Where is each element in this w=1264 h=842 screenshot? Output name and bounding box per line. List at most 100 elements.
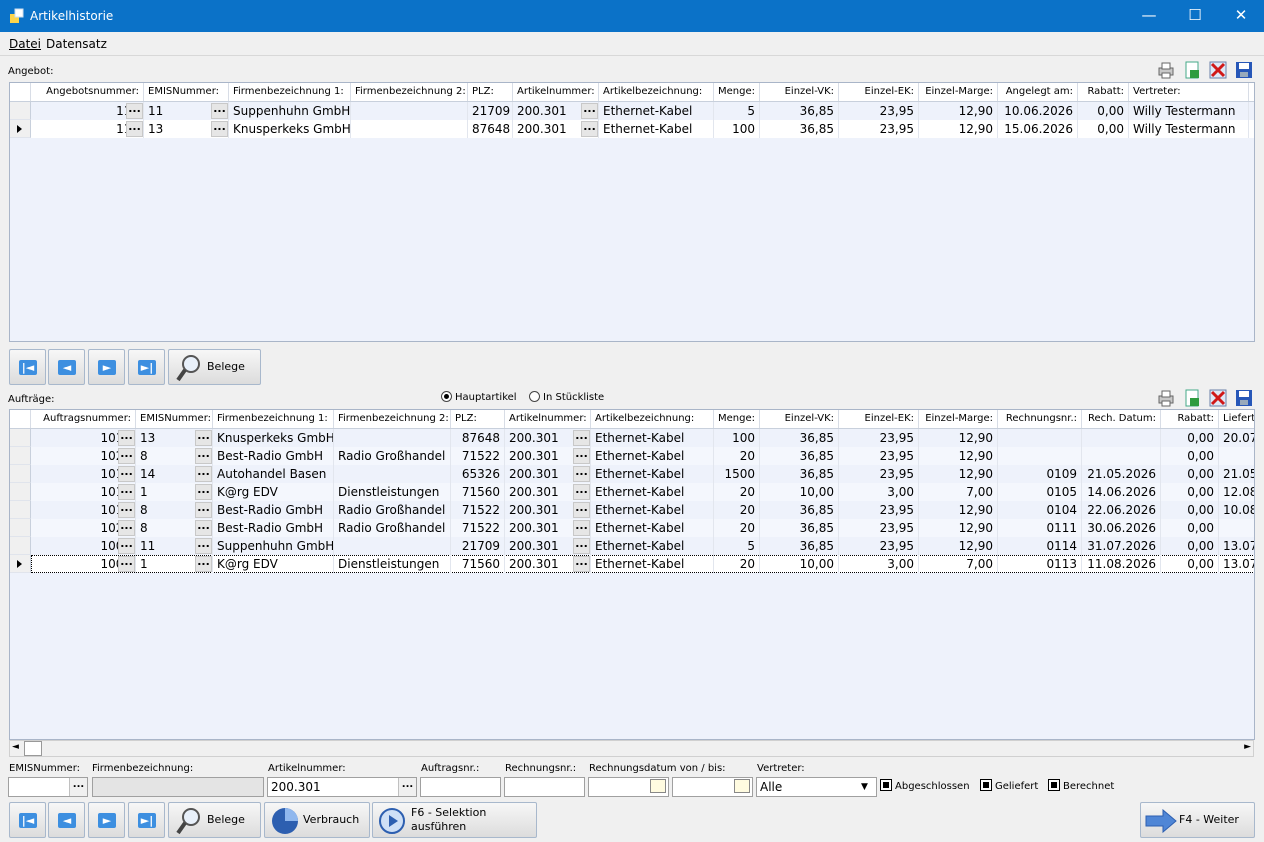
cell[interactable]: Willy Testermann [1129,102,1249,120]
cell[interactable]: Radio Großhandel [334,501,451,519]
weiter-button[interactable]: F4 - Weiter [1140,802,1255,838]
cell[interactable]: 23,95 [839,501,919,519]
cell[interactable]: Ethernet-Kabel [591,429,714,447]
vertreter-select[interactable]: Alle [756,777,877,797]
angebot-grid[interactable]: Angebotsnummer: EMISNummer: Firmenbezeichn… [9,82,1255,342]
cell[interactable]: 21709 [468,102,513,120]
delete-icon[interactable] [1208,388,1228,408]
column-header[interactable]: Vertreter: [1129,83,1249,101]
cell[interactable]: 22.06.2026 [1082,501,1161,519]
cell[interactable]: 36,85 [760,519,839,537]
lookup-button[interactable]: ... [195,556,212,572]
belege-button-top[interactable]: Belege [168,349,261,385]
cell[interactable]: Dienstleistungen [334,555,451,573]
cell[interactable]: Ethernet-Kabel [591,519,714,537]
last-record-button[interactable]: ►| [128,802,165,838]
horizontal-scrollbar[interactable]: ◄ ► [9,740,1254,757]
table-row[interactable]: 112...13...Knusperkeks GmbH87648200.301.… [10,120,1254,138]
lookup-button[interactable]: ... [118,502,135,518]
radio-stueckliste-circle[interactable] [529,391,540,402]
row-indicator[interactable] [10,447,31,465]
cell[interactable]: 23,95 [839,120,919,138]
cell[interactable]: Best-Radio GmbH [213,447,334,465]
cell[interactable] [1082,429,1161,447]
geliefert-checkbox[interactable]: Geliefert [980,779,1038,792]
lookup-button[interactable]: ... [581,121,598,137]
cell[interactable] [998,429,1082,447]
cell[interactable]: 0,00 [1161,501,1219,519]
table-row[interactable]: 1004... 1... K@rg EDV Dienstleistungen 71560… [10,555,1254,573]
column-header[interactable]: Rechnungsnr.: [998,410,1082,428]
lookup-button[interactable]: ... [195,430,212,446]
cell[interactable]: 12,90 [919,447,998,465]
column-header[interactable]: Angebotsnummer: [31,83,144,101]
table-row[interactable]: 1019... 14... Autohandel Basen 65326 200.301… [10,465,1254,483]
lookup-button[interactable]: ... [126,103,143,119]
cell[interactable]: Best-Radio GmbH [213,501,334,519]
cell[interactable]: 65326 [451,465,505,483]
cell[interactable]: 36,85 [760,501,839,519]
selektion-button[interactable]: F6 - Selektion ausführen [372,802,537,838]
lookup-button[interactable]: ... [573,502,590,518]
cell[interactable]: Suppenhuhn GmbH [229,102,351,120]
cell[interactable]: 11.08.2026 [1082,555,1161,573]
column-header[interactable]: Artikelbezeichnung: [599,83,714,101]
lookup-button[interactable]: ... [195,502,212,518]
cell[interactable]: Ethernet-Kabel [599,102,714,120]
last-record-button[interactable]: ►| [128,349,165,385]
column-header[interactable]: Rabatt: [1161,410,1219,428]
cell[interactable]: 100 [714,429,760,447]
lookup-button[interactable]: ... [118,556,135,572]
emis-lookup-button[interactable]: ... [69,778,87,796]
cell[interactable]: 20.07 [1219,429,1254,447]
lookup-button[interactable]: ... [573,448,590,464]
column-header[interactable]: Einzel-EK: [839,83,919,101]
cell[interactable]: 23,95 [839,465,919,483]
row-indicator[interactable] [10,519,31,537]
minimize-button[interactable]: — [1126,0,1172,32]
calendar-icon[interactable] [650,779,666,793]
cell[interactable] [1219,519,1254,537]
cell[interactable]: 23,95 [839,519,919,537]
auftrag-filter-input[interactable] [420,777,501,797]
cell[interactable]: 0,00 [1161,519,1219,537]
cell[interactable]: 36,85 [760,429,839,447]
cell[interactable]: 21.05 [1219,465,1254,483]
abgeschlossen-checkbox[interactable]: Abgeschlossen [880,779,970,792]
lookup-button[interactable]: ... [118,538,135,554]
table-row[interactable]: 1011... 13... Knusperkeks GmbH 87648 200.301… [10,429,1254,447]
export-excel-icon[interactable] [1182,60,1202,80]
scroll-left-icon[interactable]: ◄ [12,742,19,752]
cell[interactable]: 12,90 [919,537,998,555]
cell[interactable]: 36,85 [760,537,839,555]
column-header[interactable]: Angelegt am: [998,83,1078,101]
radio-hauptartikel-circle[interactable] [441,391,452,402]
lookup-button[interactable]: ... [118,430,135,446]
cell[interactable] [1082,447,1161,465]
berechnet-checkbox[interactable]: Berechnet [1048,779,1114,792]
maximize-button[interactable]: ☐ [1172,0,1218,32]
column-header[interactable]: Liefert [1219,410,1254,428]
column-header[interactable]: Einzel-Marge: [919,83,998,101]
cell[interactable]: 0,00 [1161,537,1219,555]
radio-stueckliste[interactable]: In Stückliste [529,391,604,403]
row-indicator[interactable] [10,465,31,483]
artikel-filter-input[interactable]: 200.301 [267,777,417,797]
cell[interactable]: 71560 [451,483,505,501]
table-row[interactable]: 110...11...Suppenhuhn GmbH21709200.301..… [10,102,1254,120]
column-header[interactable]: Firmenbezeichnung 1: [213,410,334,428]
radio-hauptartikel[interactable]: Hauptartikel [441,391,517,403]
cell[interactable]: 12,90 [919,429,998,447]
table-row[interactable]: 1016... 1... K@rg EDV Dienstleistungen 71560… [10,483,1254,501]
cell[interactable]: K@rg EDV [213,555,334,573]
cell[interactable]: 0,00 [1078,102,1129,120]
cell[interactable]: 13.07 [1219,555,1254,573]
cell[interactable]: 12.08 [1219,483,1254,501]
column-header[interactable]: Menge: [714,410,760,428]
print-icon[interactable] [1156,388,1176,408]
lookup-button[interactable]: ... [581,103,598,119]
first-record-button[interactable]: |◄ [9,802,46,838]
cell[interactable]: 0,00 [1161,429,1219,447]
cell[interactable]: 0,00 [1161,555,1219,573]
lookup-button[interactable]: ... [195,520,212,536]
